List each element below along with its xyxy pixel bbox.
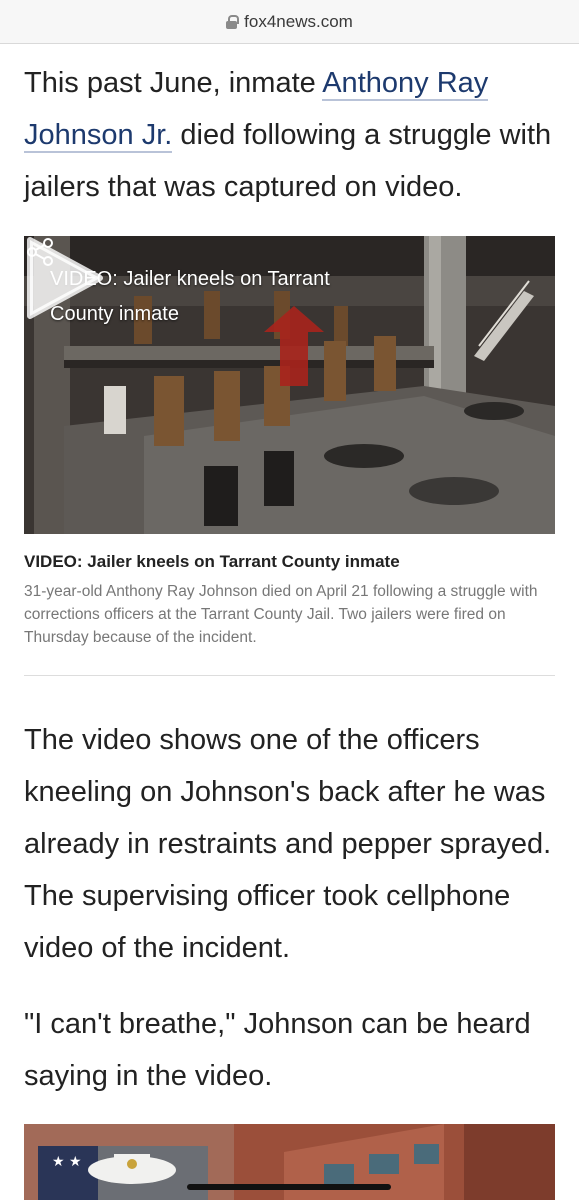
article-paragraph-3: "I can't breathe," Johnson can be heard … — [24, 1008, 531, 1092]
video-player[interactable]: VIDEO: Jailer kneels on Tarrant County i… — [24, 236, 555, 534]
paragraph-text: This past June, inmate — [24, 67, 323, 99]
address-bar[interactable]: fox4news.com — [0, 0, 579, 44]
url-domain: fox4news.com — [244, 11, 353, 31]
divider — [24, 675, 555, 676]
article-paragraph-2: The video shows one of the officers knee… — [24, 724, 552, 964]
video-caption-text: 31-year-old Anthony Ray Johnson died on … — [24, 583, 538, 646]
article-paragraph-1: This past June, inmate Anthony Ray Johns… — [24, 57, 559, 213]
video-caption-title: VIDEO: Jailer kneels on Tarrant County i… — [24, 552, 400, 571]
svg-text:★ ★: ★ ★ — [52, 1154, 82, 1170]
lock-icon — [226, 14, 240, 29]
play-icon[interactable] — [24, 236, 104, 320]
home-indicator[interactable] — [187, 1184, 391, 1190]
